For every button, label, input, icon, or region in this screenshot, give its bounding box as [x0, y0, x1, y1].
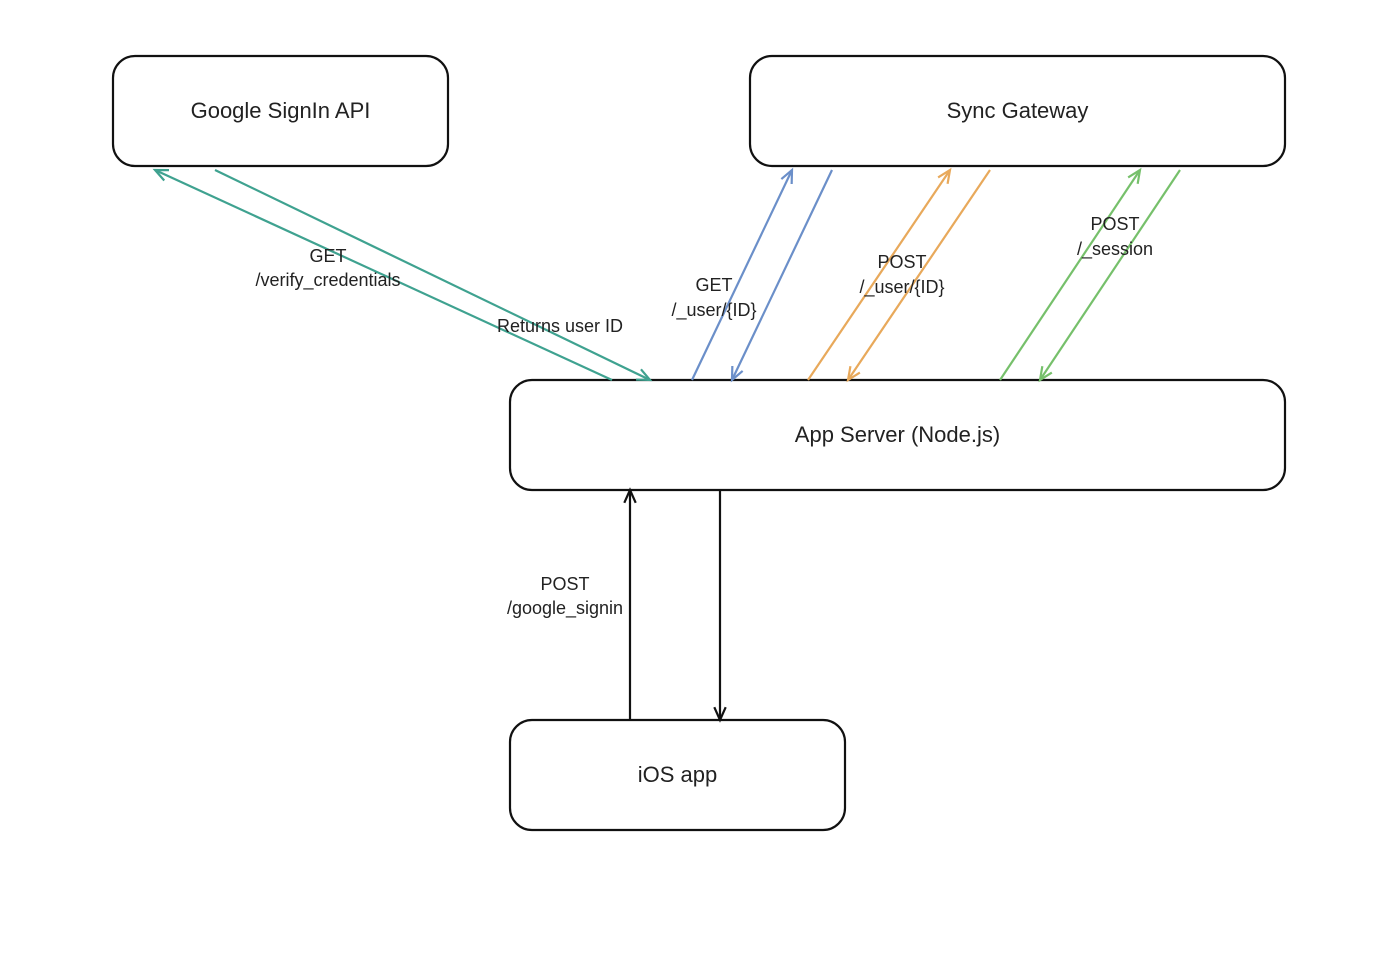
- node-google-signin-api: Google SignIn API: [113, 56, 448, 166]
- edge-label-postuser1: POST: [877, 252, 926, 272]
- arrow-signin-dn: [714, 490, 725, 720]
- label-google: Google SignIn API: [191, 98, 371, 123]
- edge-label-session2: /_session: [1077, 239, 1153, 260]
- edge-label-getuser2: /_user/{ID}: [671, 300, 756, 321]
- edge-label-postuser2: /_user/{ID}: [859, 277, 944, 298]
- edge-label-signin1: POST: [540, 574, 589, 594]
- edge-label-verify2: /verify_credentials: [255, 270, 400, 291]
- label-ios: iOS app: [638, 762, 718, 787]
- arrow-post-user-up: [808, 170, 950, 380]
- edge-label-session1: POST: [1090, 214, 1139, 234]
- node-app-server: App Server (Node.js): [510, 380, 1285, 490]
- arrow-get-user-dn: [732, 170, 832, 380]
- architecture-diagram: Google SignIn API Sync Gateway App Serve…: [0, 0, 1400, 965]
- arrow-post-user-dn: [848, 170, 990, 380]
- node-sync-gateway: Sync Gateway: [750, 56, 1285, 166]
- label-sync: Sync Gateway: [947, 98, 1089, 123]
- arrow-session-dn: [1040, 170, 1180, 380]
- arrow-session-up: [1000, 170, 1140, 380]
- label-app-server: App Server (Node.js): [795, 422, 1000, 447]
- edge-label-signin2: /google_signin: [507, 598, 623, 619]
- edge-label-verify1: GET: [309, 246, 346, 266]
- node-ios-app: iOS app: [510, 720, 845, 830]
- edge-label-getuser1: GET: [695, 275, 732, 295]
- edge-label-returns: Returns user ID: [497, 316, 623, 336]
- arrow-signin-up: [624, 490, 635, 720]
